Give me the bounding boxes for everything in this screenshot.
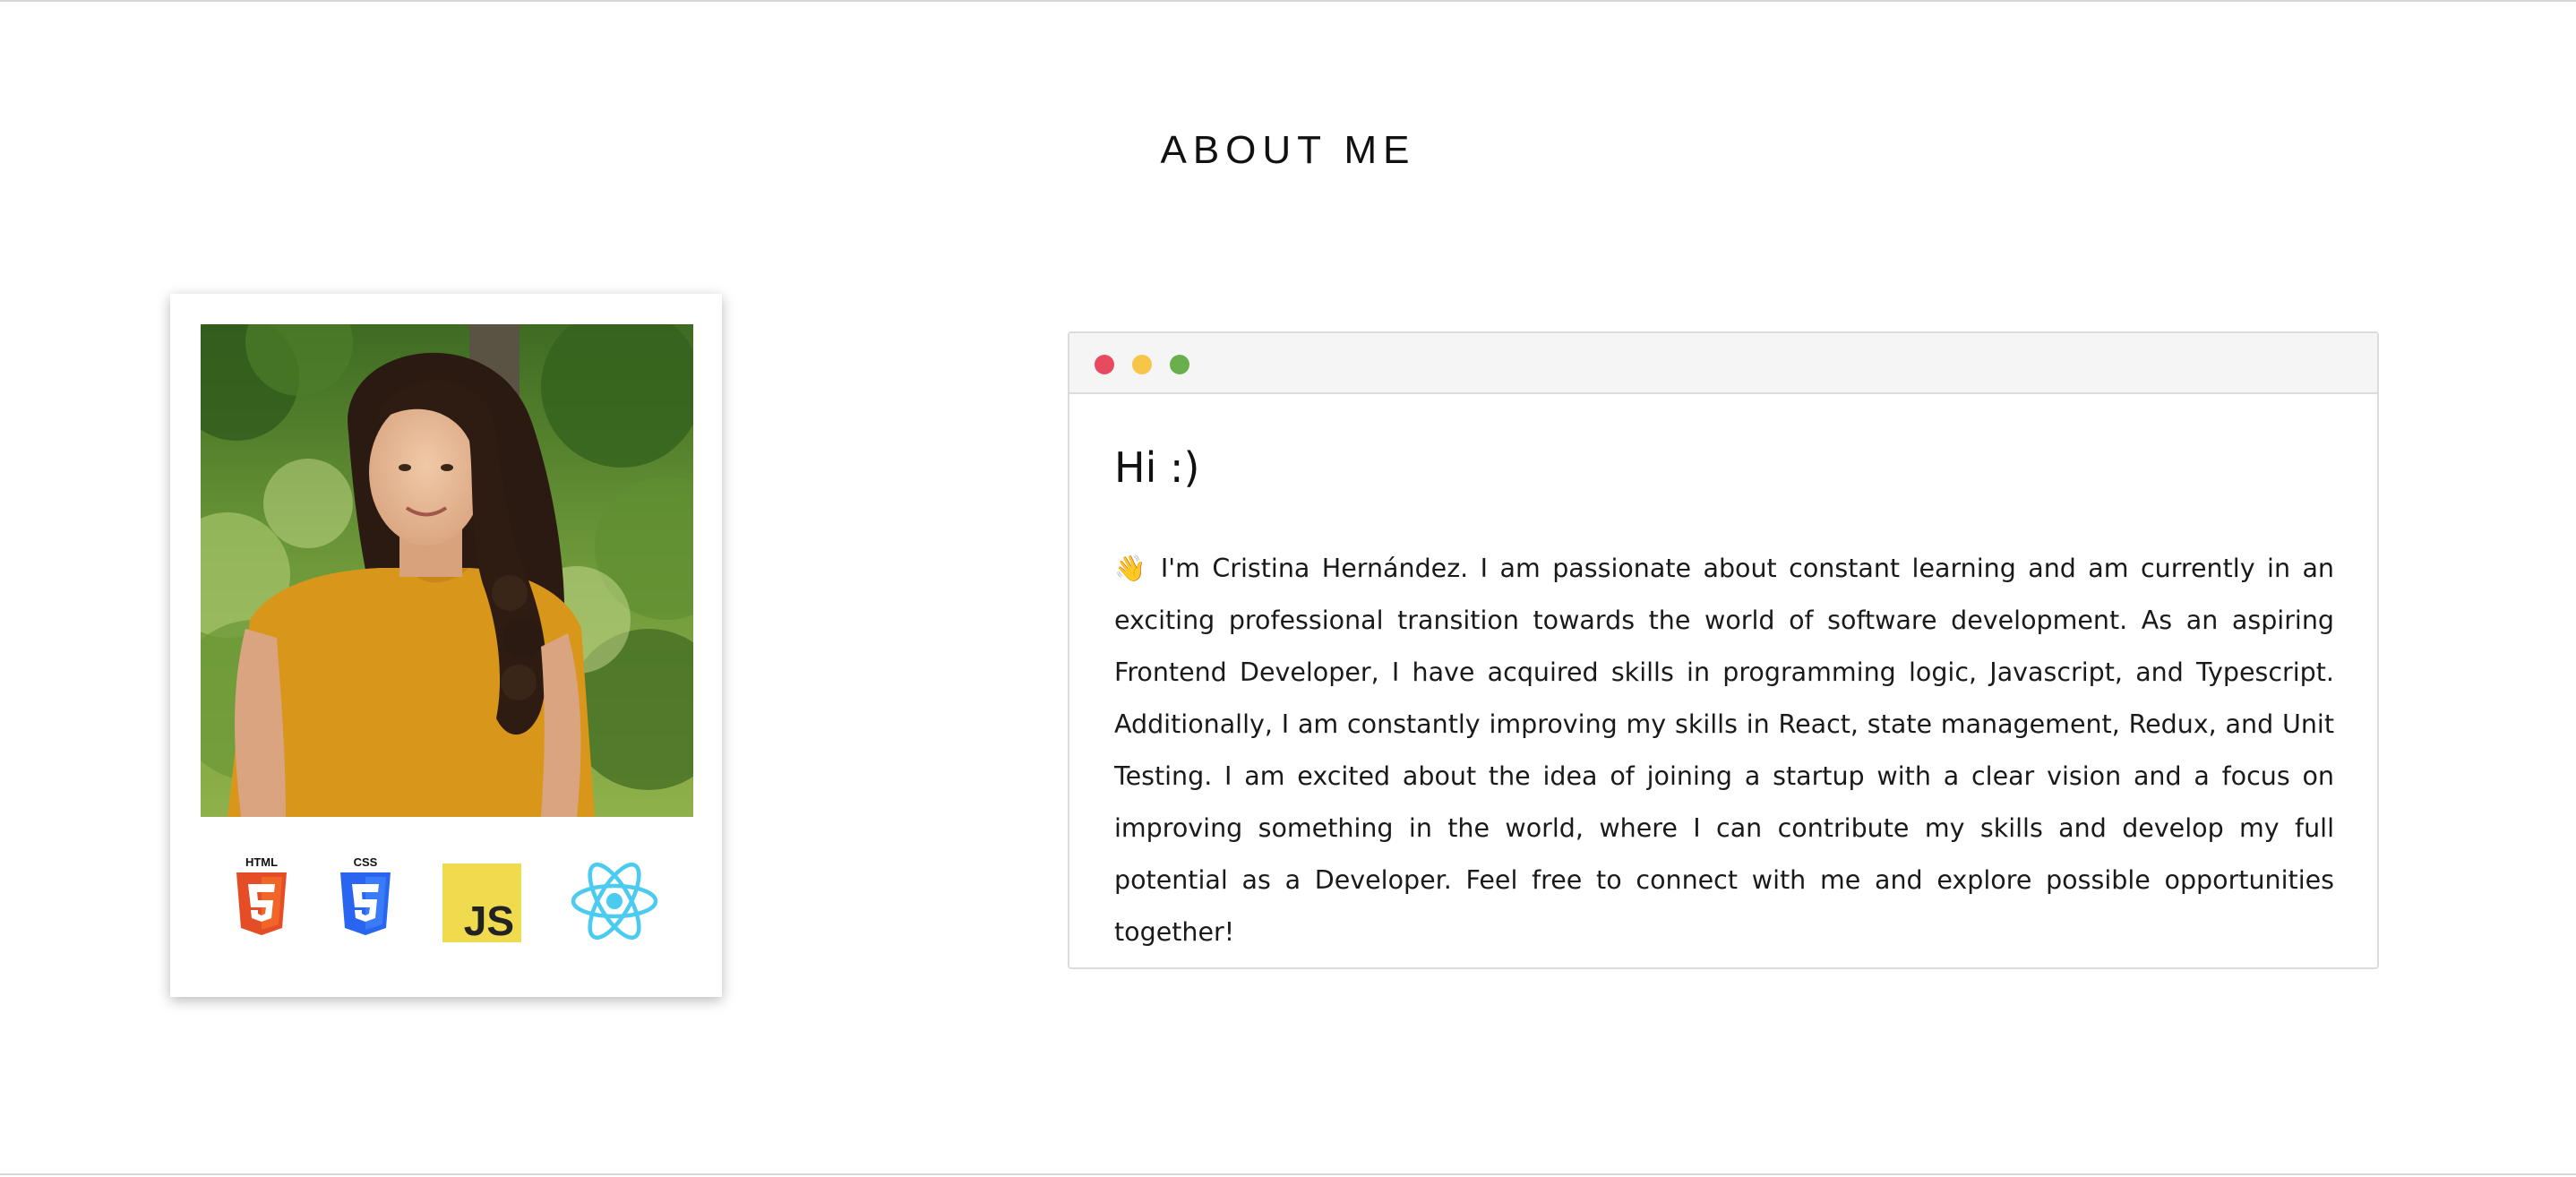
- window-title-bar: [1069, 333, 2377, 394]
- tech-stack: HTML CSS JS: [170, 855, 722, 953]
- react-icon: [570, 858, 659, 944]
- javascript-label: JS: [464, 898, 514, 942]
- css3-icon: CSS: [337, 855, 394, 937]
- javascript-icon: JS: [442, 863, 521, 942]
- section-title: ABOUT ME: [1160, 128, 1416, 172]
- greeting-heading: Hi :): [1114, 443, 1200, 492]
- bio-text: 👋 I'm Cristina Hernández. I am passionate…: [1114, 543, 2334, 958]
- window-content: Hi :) 👋 I'm Cristina Hernández. I am pass…: [1114, 441, 2334, 958]
- waving-hand-icon: 👋: [1114, 554, 1150, 583]
- profile-card: HTML CSS JS: [170, 294, 722, 997]
- css3-label: CSS: [354, 855, 378, 869]
- close-dot-icon: [1095, 355, 1114, 374]
- profile-photo: [201, 324, 693, 817]
- html5-icon: HTML: [233, 855, 290, 937]
- html5-label: HTML: [245, 855, 278, 869]
- bio-paragraph: I'm Cristina Hernández. I am passionate …: [1114, 554, 2334, 947]
- minimize-dot-icon: [1132, 355, 1152, 374]
- about-window: Hi :) 👋 I'm Cristina Hernández. I am pass…: [1068, 331, 2379, 969]
- maximize-dot-icon: [1170, 355, 1189, 374]
- top-divider: [0, 0, 2576, 2]
- bottom-divider: [0, 1173, 2576, 1175]
